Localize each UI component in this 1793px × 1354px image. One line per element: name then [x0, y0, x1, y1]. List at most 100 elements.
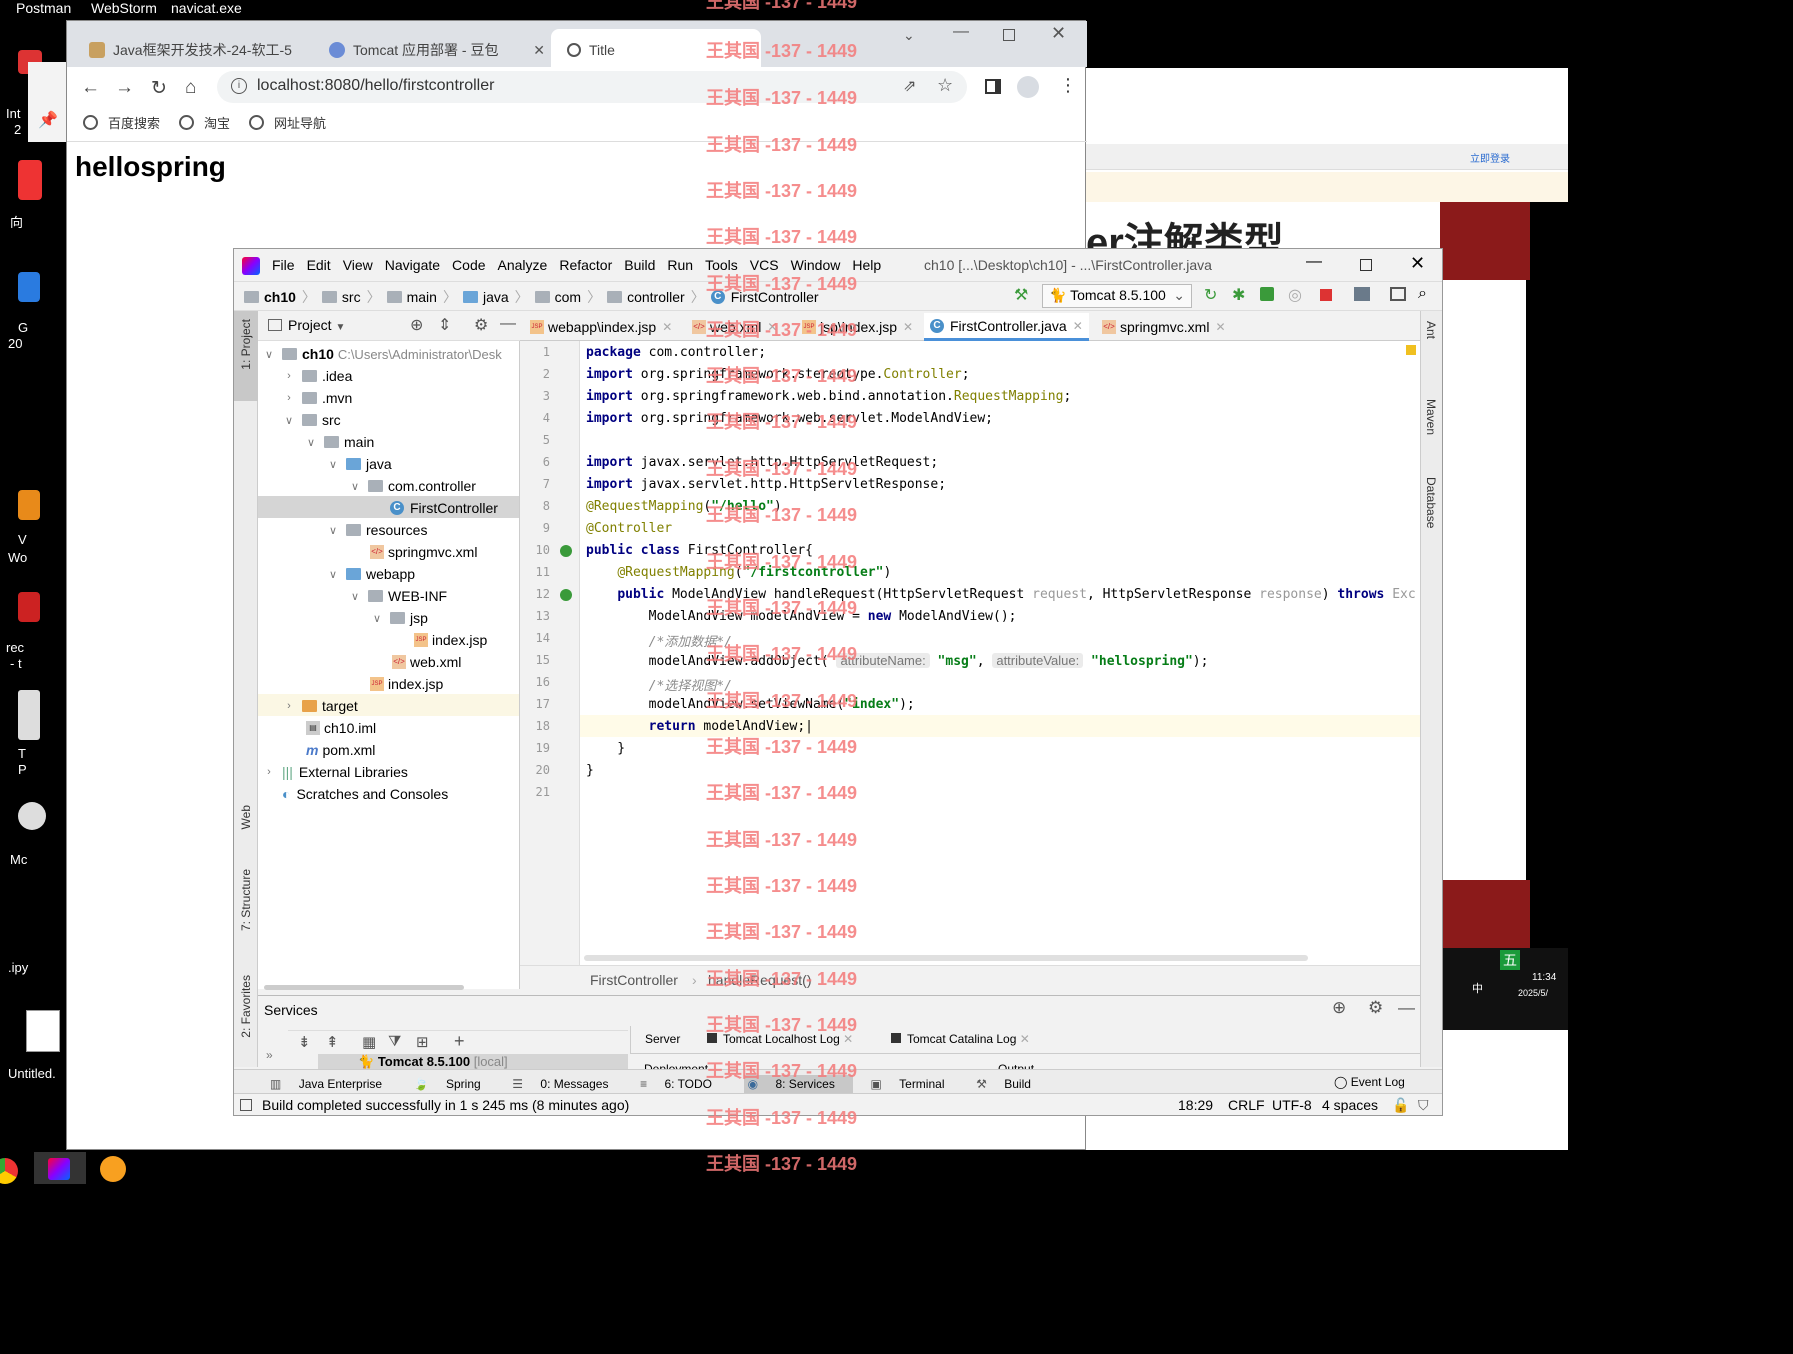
login-link[interactable]: 立即登录 [1470, 150, 1510, 165]
close-tab-icon[interactable]: ✕ [662, 320, 672, 334]
status-toggle-icon[interactable] [240, 1099, 252, 1111]
menu-code[interactable]: Code [452, 257, 485, 273]
tool-structure[interactable]: 7: Structure [239, 869, 253, 931]
tool-build[interactable]: ⚒ Build [976, 1077, 1045, 1091]
address-bar[interactable]: i localhost:8080/hello/firstcontroller ⇗… [217, 71, 967, 103]
project-view-select[interactable]: Project ▼ [288, 317, 345, 333]
crumb-com[interactable]: com [555, 289, 581, 305]
add-icon[interactable]: + [454, 1031, 465, 1052]
app-icon[interactable] [18, 802, 46, 830]
stop-icon[interactable] [1320, 289, 1332, 301]
tab-firstcontroller[interactable]: C FirstController.java ✕ [924, 313, 1089, 341]
close-tab-icon[interactable]: ✕ [1215, 320, 1225, 334]
menu-refactor[interactable]: Refactor [559, 257, 612, 273]
new-tab-icon[interactable]: ⊞ [416, 1033, 429, 1051]
tab-search-icon[interactable]: ⌄ [903, 27, 915, 44]
inspector-icon[interactable]: ⛉ [1418, 1097, 1429, 1114]
tab-catalina-log[interactable]: Tomcat Catalina Log ✕ [891, 1032, 1030, 1046]
tree-row-webapp[interactable]: ∨ webapp [326, 563, 415, 585]
back-icon[interactable]: ← [81, 77, 100, 99]
close-tab-icon[interactable]: ✕ [903, 320, 913, 334]
filter-icon[interactable]: ⧩ [388, 1033, 401, 1050]
hide-icon[interactable]: — [500, 315, 516, 333]
close-tab-icon[interactable]: ✕ [1073, 319, 1083, 333]
bean-gutter-icon[interactable] [560, 545, 572, 557]
tree-row-jsp-index[interactable]: JSP index.jsp [414, 629, 487, 651]
profile-icon[interactable] [1017, 76, 1039, 98]
file-encoding[interactable]: UTF-8 [1272, 1097, 1312, 1113]
ime-mode[interactable]: 中 [1472, 980, 1483, 996]
crumb-class[interactable]: FirstController [590, 972, 678, 988]
gear-icon[interactable]: ⚙ [1368, 998, 1383, 1018]
home-icon[interactable]: ⌂ [185, 77, 196, 99]
tree-row-scratches[interactable]: ◐ Scratches and Consoles [282, 783, 448, 805]
tool-ant[interactable]: Ant [1424, 321, 1438, 339]
tab-springmvc[interactable]: </> springmvc.xml ✕ [1102, 313, 1226, 341]
sidepanel-icon[interactable] [985, 79, 1001, 94]
gear-icon[interactable]: ⚙ [474, 315, 488, 335]
tool-java-enterprise[interactable]: ▥ Java Enterprise [270, 1077, 396, 1091]
pin-icon[interactable]: 📌 [38, 110, 58, 130]
caret-position[interactable]: 18:29 [1178, 1097, 1213, 1113]
expand-all-icon[interactable]: ⇟ [298, 1033, 311, 1051]
hide-icon[interactable]: — [1398, 998, 1415, 1018]
menu-edit[interactable]: Edit [307, 257, 331, 273]
indent-setting[interactable]: 4 spaces [1322, 1097, 1378, 1113]
tab-localhost-log[interactable]: Tomcat Localhost Log ✕ [707, 1032, 853, 1046]
code-editor[interactable]: package com.controller; import org.sprin… [580, 341, 1420, 965]
bean-gutter-icon[interactable] [560, 589, 572, 601]
chrome-taskbar-icon[interactable] [0, 1158, 18, 1184]
menu-dots-icon[interactable]: ⋮ [1059, 75, 1077, 96]
app-icon[interactable] [18, 690, 40, 740]
tool-favorites[interactable]: 2: Favorites [239, 975, 253, 1038]
tool-web[interactable]: Web [239, 805, 253, 829]
lock-icon[interactable]: 🔓 [1392, 1097, 1409, 1114]
crumb-firstcontroller[interactable]: FirstController [731, 289, 819, 305]
reload-icon[interactable]: ↻ [151, 77, 167, 100]
app-icon[interactable] [18, 490, 40, 520]
build-hammer-icon[interactable]: ⚒ [1014, 285, 1028, 305]
menu-run[interactable]: Run [667, 257, 693, 273]
tree-row-src[interactable]: ∨ src [282, 409, 341, 431]
group-icon[interactable]: ▦ [362, 1033, 376, 1051]
debug-icon[interactable]: ✱ [1232, 285, 1245, 305]
tree-row-resources[interactable]: ∨ resources [326, 519, 428, 541]
close-tab-icon[interactable]: ✕ [767, 320, 777, 334]
tool-services[interactable]: ◉ 8: Services [743, 1075, 853, 1093]
tool-database[interactable]: Database [1424, 477, 1438, 528]
tree-row-target[interactable]: › target [282, 695, 358, 717]
tree-row-firstcontroller[interactable]: C FirstController [390, 497, 498, 519]
warning-marker[interactable] [1406, 345, 1416, 355]
tree-row-idea[interactable]: › .idea [282, 365, 352, 387]
bookmark-taobao[interactable]: 淘宝 [179, 113, 230, 132]
tree-row-mvn[interactable]: › .mvn [282, 387, 352, 409]
ime-indicator[interactable]: 五 [1500, 950, 1520, 970]
coverage-icon[interactable] [1260, 287, 1274, 301]
bookmark-baidu[interactable]: 百度搜索 [83, 113, 160, 132]
menu-vcs[interactable]: VCS [750, 257, 779, 273]
run-config-select[interactable]: 🐈 Tomcat 8.5.100 ⌄ [1042, 284, 1192, 308]
tree-row-java[interactable]: ∨ java [326, 453, 392, 475]
tab-doubao[interactable]: Tomcat 应用部署 - 豆包 ✕ [329, 35, 545, 65]
share-icon[interactable]: ⇗ [903, 76, 916, 96]
event-log[interactable]: ◯ Event Log [1334, 1075, 1405, 1089]
collapse-all-icon[interactable]: ⇞ [326, 1033, 339, 1051]
menu-tools[interactable]: Tools [705, 257, 738, 273]
tree-row-webxml[interactable]: </> web.xml [392, 651, 461, 673]
horizontal-scrollbar[interactable] [264, 985, 464, 990]
locate-icon[interactable]: ⊕ [410, 315, 423, 335]
app-icon[interactable] [18, 272, 40, 302]
tab-webxml[interactable]: </> web.xml ✕ [692, 313, 777, 341]
bookmark-nav[interactable]: 网址导航 [249, 113, 326, 132]
tree-row-jsp[interactable]: ∨ jsp [370, 607, 428, 629]
tree-row-iml[interactable]: ▤ ch10.iml [306, 717, 376, 739]
close-tab-icon[interactable]: ✕ [533, 42, 545, 59]
line-separator[interactable]: CRLF [1228, 1097, 1265, 1113]
tool-spring[interactable]: 🍃 Spring [414, 1077, 495, 1091]
horizontal-scrollbar[interactable] [584, 955, 1308, 961]
search-icon[interactable]: ⌕ [1418, 285, 1427, 303]
tool-project[interactable]: 1: Project [239, 319, 253, 370]
url-text[interactable]: localhost:8080/hello/firstcontroller [257, 77, 494, 95]
taskbar-item-webstorm[interactable]: WebStorm [91, 0, 157, 16]
minimize-icon[interactable]: — [1306, 253, 1322, 271]
